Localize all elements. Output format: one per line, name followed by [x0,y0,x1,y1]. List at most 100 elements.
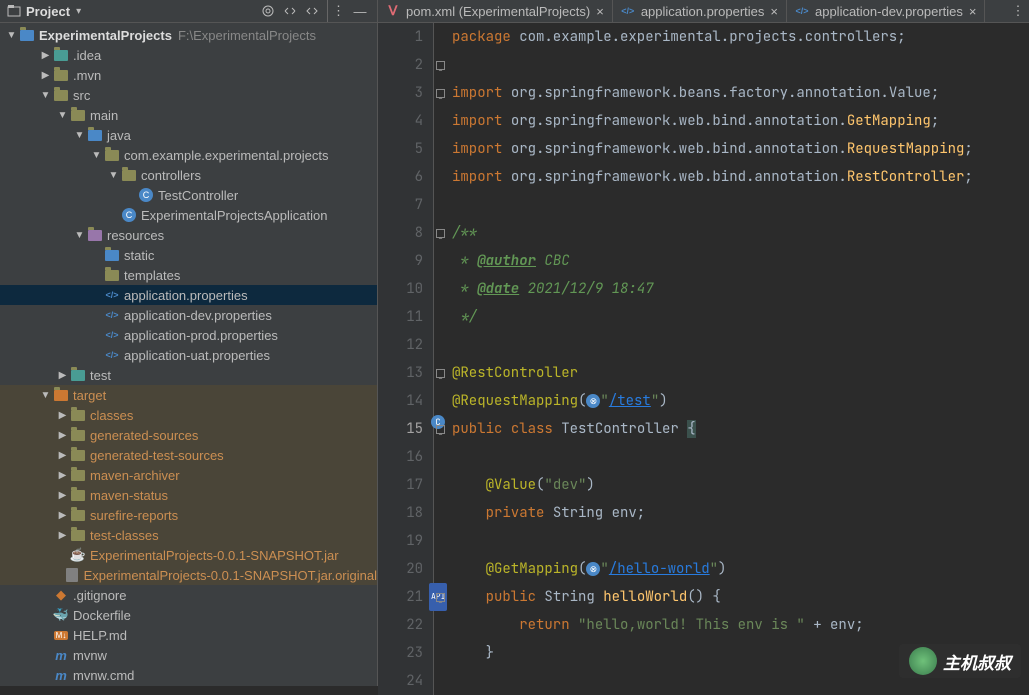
fold-marker[interactable] [434,555,446,583]
editor-tab[interactable]: </>application-dev.properties× [787,0,986,22]
fold-marker[interactable] [434,667,446,695]
line-number[interactable]: 20 [378,555,423,583]
fold-marker[interactable] [434,51,446,79]
fold-marker[interactable] [434,275,446,303]
fold-marker[interactable] [434,135,446,163]
line-number[interactable]: 16 [378,443,423,471]
tree-item[interactable]: ▶test-classes [0,525,377,545]
collapse-all-icon[interactable] [301,0,323,22]
close-icon[interactable]: × [596,4,604,19]
gear-icon[interactable]: ⋮ [327,0,349,22]
tree-toggle-icon[interactable]: ▼ [38,390,53,401]
tree-toggle-icon[interactable]: ▶ [55,530,70,541]
code-line[interactable] [452,527,1029,555]
line-number[interactable]: 4 [378,107,423,135]
fold-marker[interactable] [434,191,446,219]
project-header-title[interactable]: Project [26,4,70,19]
tree-item[interactable]: </>application.properties [0,285,377,305]
line-number[interactable]: 13 [378,359,423,387]
tree-toggle-icon[interactable]: ▶ [55,490,70,501]
tree-item[interactable]: </>application-uat.properties [0,345,377,365]
target-icon[interactable] [257,0,279,22]
code-line[interactable]: * @author CBC [452,247,1029,275]
project-view-dropdown-icon[interactable]: ▾ [76,6,81,17]
tree-item[interactable]: templates [0,265,377,285]
code-line[interactable] [452,191,1029,219]
code-line[interactable]: private String env; [452,499,1029,527]
code-line[interactable]: package com.example.experimental.project… [452,23,1029,51]
code-line[interactable]: @RestController [452,359,1029,387]
code-line[interactable]: import org.springframework.beans.factory… [452,79,1029,107]
line-number[interactable]: 2 [378,51,423,79]
line-number[interactable]: 1 [378,23,423,51]
code-line[interactable]: return "hello,world! This env is " + env… [452,611,1029,639]
tree-toggle-icon[interactable]: ▼ [72,230,87,241]
tree-item[interactable]: ☕ExperimentalProjects-0.0.1-SNAPSHOT.jar [0,545,377,565]
tree-item[interactable]: CExperimentalProjectsApplication [0,205,377,225]
code-line[interactable]: * @date 2021/12/9 18:47 [452,275,1029,303]
tree-toggle-icon[interactable]: ▶ [55,450,70,461]
line-number[interactable]: 11 [378,303,423,331]
tree-toggle-icon[interactable]: ▼ [89,150,104,161]
editor-tab[interactable]: Ⅴpom.xml (ExperimentalProjects)× [378,0,613,22]
code-content[interactable]: package com.example.experimental.project… [446,23,1029,695]
tree-item[interactable]: ▶maven-archiver [0,465,377,485]
tree-item[interactable]: ▼main [0,105,377,125]
code-line[interactable] [452,51,1029,79]
fold-marker[interactable] [434,219,446,247]
code-line[interactable]: /** [452,219,1029,247]
editor-tab[interactable]: </>application.properties× [613,0,787,22]
line-number[interactable]: 21API [378,583,423,611]
tree-item[interactable]: 🐳Dockerfile [0,605,377,625]
tree-toggle-icon[interactable]: ▶ [55,510,70,521]
tree-item[interactable]: ▶classes [0,405,377,425]
code-line[interactable]: @GetMapping(⊗"/hello-world") [452,555,1029,583]
line-number[interactable]: 10 [378,275,423,303]
line-number[interactable]: 6 [378,163,423,191]
line-number[interactable]: 3 [378,79,423,107]
line-number[interactable]: 12 [378,331,423,359]
tree-toggle-icon[interactable]: ▶ [38,70,53,81]
tree-item[interactable]: mmvnw.cmd [0,665,377,685]
tree-item[interactable]: ▶.mvn [0,65,377,85]
fold-marker[interactable] [434,303,446,331]
hide-icon[interactable]: — [349,0,371,22]
tree-item[interactable]: ▼src [0,85,377,105]
tree-toggle-icon[interactable]: ▼ [55,110,70,121]
code-line[interactable]: */ [452,303,1029,331]
tree-toggle-icon[interactable]: ▶ [55,430,70,441]
close-icon[interactable]: × [770,4,778,19]
code-line[interactable]: public String helloWorld() { [452,583,1029,611]
tree-item[interactable]: </>application-dev.properties [0,305,377,325]
fold-marker[interactable] [434,499,446,527]
line-number[interactable]: 7 [378,191,423,219]
fold-marker[interactable] [434,527,446,555]
project-tree[interactable]: ▼ ExperimentalProjects F:\ExperimentalPr… [0,23,377,686]
tree-toggle-icon[interactable]: ▼ [72,130,87,141]
line-number[interactable]: 8 [378,219,423,247]
fold-marker[interactable] [434,471,446,499]
line-gutter[interactable]: 123456789101112131415C161718192021API222… [378,23,434,695]
line-number[interactable]: 5 [378,135,423,163]
tree-item[interactable]: ▶generated-sources [0,425,377,445]
line-number[interactable]: 9 [378,247,423,275]
line-number[interactable]: 17 [378,471,423,499]
tree-item[interactable]: ExperimentalProjects-0.0.1-SNAPSHOT.jar.… [0,565,377,585]
fold-marker[interactable] [434,639,446,667]
code-line[interactable]: @RequestMapping(⊗"/test") [452,387,1029,415]
tree-root[interactable]: ▼ ExperimentalProjects F:\ExperimentalPr… [0,25,377,45]
tab-overflow-icon[interactable]: ⋮ [1007,0,1029,22]
fold-marker[interactable] [434,23,446,51]
line-number[interactable]: 15C [378,415,423,443]
line-number[interactable]: 19 [378,527,423,555]
tree-toggle-icon[interactable]: ▶ [55,470,70,481]
code-line[interactable]: import org.springframework.web.bind.anno… [452,163,1029,191]
line-number[interactable]: 23 [378,639,423,667]
tree-item[interactable]: ▼com.example.experimental.projects [0,145,377,165]
fold-marker[interactable] [434,331,446,359]
tree-item[interactable]: ▼java [0,125,377,145]
tree-item[interactable]: static [0,245,377,265]
code-editor[interactable]: 123456789101112131415C161718192021API222… [378,23,1029,695]
tree-toggle-icon[interactable]: ▶ [38,50,53,61]
code-line[interactable] [452,331,1029,359]
